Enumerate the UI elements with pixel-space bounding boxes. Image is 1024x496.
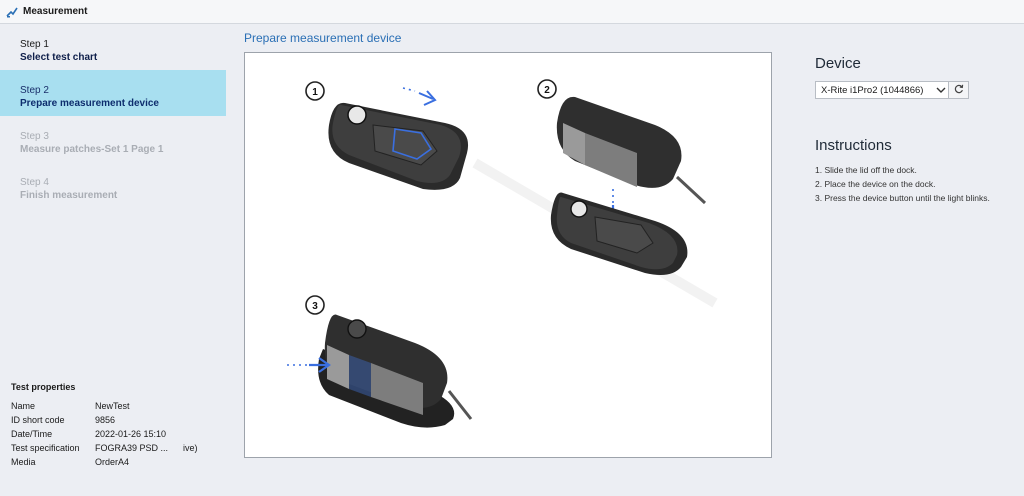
step-name: Prepare measurement device	[20, 98, 159, 109]
measurement-icon	[6, 6, 18, 18]
property-value: FOGRA39 PSD ... ive)	[95, 443, 198, 453]
figure-2: 2	[537, 79, 707, 275]
device-section-title: Device	[815, 55, 861, 72]
property-row: Media OrderA4	[11, 455, 221, 469]
step-number: Step 3	[20, 131, 49, 142]
property-key: ID short code	[11, 415, 65, 425]
step-2[interactable]: Step 2 Prepare measurement device	[0, 70, 226, 116]
figure-1: 1	[305, 81, 469, 190]
chevron-down-icon	[934, 83, 948, 97]
refresh-icon	[954, 81, 964, 99]
refresh-button[interactable]	[949, 81, 969, 99]
device-select[interactable]: X-Rite i1Pro2 (1044866)	[815, 81, 949, 99]
property-row: Name NewTest	[11, 399, 221, 413]
instruction-figure: 1 2 3	[244, 52, 772, 458]
property-key: Test specification	[11, 443, 80, 453]
property-value: OrderA4	[95, 457, 130, 467]
step-number: Step 1	[20, 39, 49, 50]
property-row: Date/Time 2022-01-26 15:10	[11, 427, 221, 441]
window-title: Measurement	[23, 6, 88, 17]
step-number: Step 4	[20, 177, 49, 188]
figure-label: 3	[312, 301, 318, 312]
device-illustration: 1 2 3	[287, 79, 718, 428]
property-key: Date/Time	[11, 429, 53, 439]
instruction-item: 2. Place the device on the dock.	[815, 179, 936, 189]
property-row: ID short code 9856	[11, 413, 221, 427]
property-key: Media	[11, 457, 36, 467]
device-panel: Device X-Rite i1Pro2 (1044866) Instructi…	[815, 55, 1020, 205]
step-number: Step 2	[20, 85, 49, 96]
test-properties-heading: Test properties	[11, 382, 76, 392]
step-4: Step 4 Finish measurement	[0, 162, 226, 208]
property-row: Test specification FOGRA39 PSD ... ive)	[11, 441, 221, 455]
window-titlebar: Measurement	[0, 0, 1024, 24]
test-properties: Test properties Name NewTest ID short co…	[11, 382, 221, 469]
property-value: 2022-01-26 15:10	[95, 429, 167, 439]
device-selector-row: X-Rite i1Pro2 (1044866)	[815, 81, 1020, 99]
device-select-value: X-Rite i1Pro2 (1044866)	[821, 84, 924, 96]
property-key: Name	[11, 401, 36, 411]
instructions-list: 1. Slide the lid off the dock. 2. Place …	[815, 163, 1020, 205]
page-title: Prepare measurement device	[244, 31, 402, 45]
step-name: Select test chart	[20, 52, 98, 63]
figure-label: 2	[544, 85, 550, 96]
figure-label: 1	[312, 87, 318, 98]
step-3: Step 3 Measure patches-Set 1 Page 1	[0, 116, 226, 162]
instruction-item: 1. Slide the lid off the dock.	[815, 165, 917, 175]
property-value: 9856	[95, 415, 116, 425]
step-name: Finish measurement	[20, 190, 118, 201]
figure-3: 3	[287, 295, 473, 428]
instructions-title: Instructions	[815, 137, 892, 154]
step-1[interactable]: Step 1 Select test chart	[0, 24, 226, 70]
step-name: Measure patches-Set 1 Page 1	[20, 144, 164, 155]
property-value: NewTest	[95, 401, 130, 411]
instruction-item: 3. Press the device button until the lig…	[815, 193, 990, 203]
